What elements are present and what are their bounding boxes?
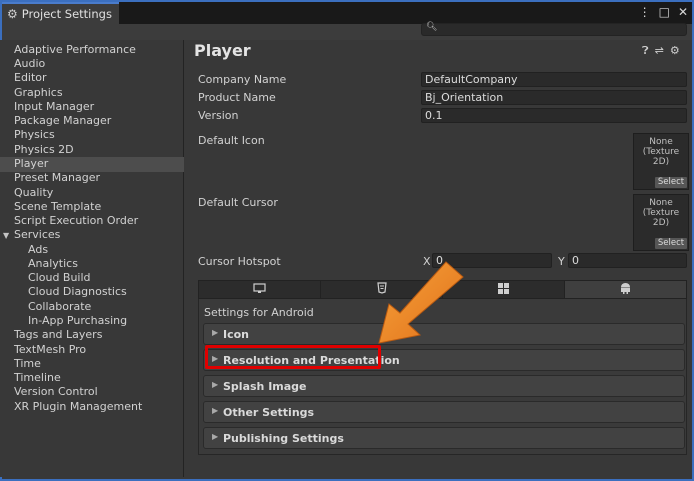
annotation-arrow-icon <box>378 261 464 344</box>
